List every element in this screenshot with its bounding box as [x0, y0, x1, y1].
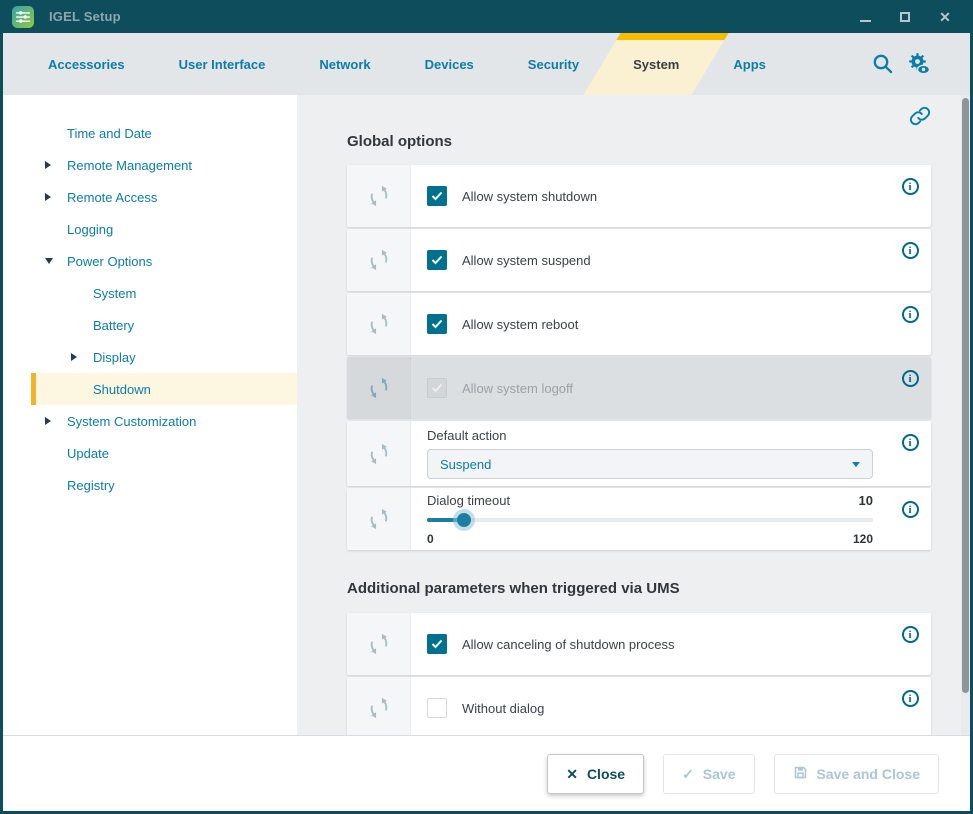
maximize-button[interactable] [892, 6, 918, 28]
close-icon: ✕ [566, 767, 578, 781]
gear-eye-icon[interactable] [906, 51, 932, 77]
setting-row-allow-system-suspend: Allow system suspend i [347, 229, 931, 291]
setting-row-allow-system-reboot: Allow system reboot i [347, 293, 931, 355]
sidebar-item-battery[interactable]: Battery [3, 309, 297, 341]
checkbox-label: Without dialog [462, 701, 544, 716]
save-button[interactable]: ✓ Save [663, 754, 754, 794]
tab-accessories[interactable]: Accessories [21, 33, 152, 95]
save-and-close-button[interactable]: Save and Close [774, 754, 940, 794]
sidebar-item-logging[interactable]: Logging [3, 213, 297, 245]
app-sliders-icon [12, 6, 34, 28]
reset-icon[interactable] [347, 488, 411, 550]
maximize-icon [900, 12, 910, 22]
info-icon[interactable]: i [902, 690, 919, 707]
setting-row-allow-system-shutdown: Allow system shutdown i [347, 165, 931, 227]
tab-devices[interactable]: Devices [398, 33, 501, 95]
dialog-timeout-slider[interactable] [427, 513, 873, 527]
allow-canceling-shutdown-checkbox[interactable] [427, 634, 447, 654]
footer-action-bar: ✕ Close ✓ Save Save and Close [3, 735, 970, 811]
dialog-timeout-value: 10 [859, 493, 873, 508]
sidebar-item-registry[interactable]: Registry [3, 469, 297, 501]
checkbox-label: Allow system shutdown [462, 189, 597, 204]
checkbox-label: Allow system suspend [462, 253, 591, 268]
close-icon: ✕ [939, 10, 951, 24]
settings-tree-sidebar: Time and Date Remote Management Remote A… [3, 95, 297, 735]
sidebar-item-display[interactable]: Display [3, 341, 297, 373]
vertical-scrollbar[interactable] [961, 95, 970, 735]
without-dialog-checkbox[interactable] [427, 698, 447, 718]
allow-system-logoff-checkbox [427, 378, 447, 398]
window-title: IGEL Setup [49, 9, 121, 24]
chevron-right-icon[interactable] [45, 417, 51, 425]
default-action-value: Suspend [440, 457, 491, 472]
sidebar-item-time-and-date[interactable]: Time and Date [3, 117, 297, 149]
setting-row-without-dialog: Without dialog i [347, 677, 931, 735]
reset-icon[interactable] [347, 165, 411, 227]
sidebar-item-remote-management[interactable]: Remote Management [3, 149, 297, 181]
chevron-down-icon[interactable] [45, 258, 53, 264]
title-bar: IGEL Setup ✕ [3, 0, 970, 33]
info-icon[interactable]: i [902, 178, 919, 195]
minimize-button[interactable] [852, 6, 878, 28]
info-icon[interactable]: i [902, 306, 919, 323]
close-window-button[interactable]: ✕ [932, 6, 958, 28]
checkbox-label: Allow canceling of shutdown process [462, 637, 674, 652]
check-icon: ✓ [682, 767, 694, 781]
setting-row-dialog-timeout: Dialog timeout 10 0 120 [347, 488, 931, 550]
sidebar-item-system[interactable]: System [3, 277, 297, 309]
sidebar-item-update[interactable]: Update [3, 437, 297, 469]
settings-panel: Global options Allow system shutdown [297, 95, 970, 735]
allow-system-reboot-checkbox[interactable] [427, 314, 447, 334]
sidebar-item-remote-access[interactable]: Remote Access [3, 181, 297, 213]
setting-row-default-action: Default action Suspend i [347, 421, 931, 486]
reset-icon[interactable] [347, 421, 411, 486]
default-action-select[interactable]: Suspend [427, 449, 873, 479]
info-icon[interactable]: i [902, 626, 919, 643]
tab-network[interactable]: Network [292, 33, 397, 95]
dialog-timeout-max: 120 [853, 532, 873, 546]
chevron-right-icon[interactable] [71, 353, 77, 361]
info-icon[interactable]: i [902, 501, 919, 518]
default-action-label: Default action [427, 428, 873, 443]
sidebar-item-system-customization[interactable]: System Customization [3, 405, 297, 437]
reset-icon[interactable] [347, 229, 411, 291]
checkbox-label: Allow system reboot [462, 317, 578, 332]
info-icon[interactable]: i [902, 434, 919, 451]
sidebar-item-power-options[interactable]: Power Options [3, 245, 297, 277]
dialog-timeout-min: 0 [427, 532, 434, 546]
setting-row-allow-canceling-shutdown: Allow canceling of shutdown process i [347, 613, 931, 675]
info-icon[interactable]: i [902, 242, 919, 259]
link-icon[interactable] [909, 105, 931, 129]
slider-thumb[interactable] [457, 513, 471, 527]
tab-system[interactable]: System [606, 33, 706, 95]
section-heading-ums-parameters: Additional parameters when triggered via… [347, 580, 931, 597]
sidebar-item-shutdown[interactable]: Shutdown [31, 373, 297, 405]
reset-icon[interactable] [347, 613, 411, 675]
dialog-timeout-label: Dialog timeout [427, 493, 510, 508]
igel-setup-window: IGEL Setup ✕ Accessories User Interface … [0, 0, 973, 814]
tab-user-interface[interactable]: User Interface [152, 33, 293, 95]
setting-row-allow-system-logoff: Allow system logoff i [347, 357, 931, 419]
close-button[interactable]: ✕ Close [547, 754, 644, 794]
chevron-right-icon[interactable] [45, 193, 51, 201]
reset-icon[interactable] [347, 357, 411, 419]
allow-system-suspend-checkbox[interactable] [427, 250, 447, 270]
section-heading-global-options: Global options [347, 133, 931, 150]
allow-system-shutdown-checkbox[interactable] [427, 186, 447, 206]
nav-tab-bar: Accessories User Interface Network Devic… [3, 33, 970, 95]
minimize-icon [860, 20, 871, 22]
save-icon [793, 765, 808, 782]
chevron-right-icon[interactable] [45, 161, 51, 169]
search-icon[interactable] [870, 51, 896, 77]
reset-icon[interactable] [347, 293, 411, 355]
checkbox-label: Allow system logoff [462, 381, 573, 396]
scrollbar-thumb[interactable] [962, 98, 969, 693]
reset-icon[interactable] [347, 677, 411, 735]
info-icon[interactable]: i [902, 370, 919, 387]
dropdown-caret-icon [852, 462, 860, 467]
